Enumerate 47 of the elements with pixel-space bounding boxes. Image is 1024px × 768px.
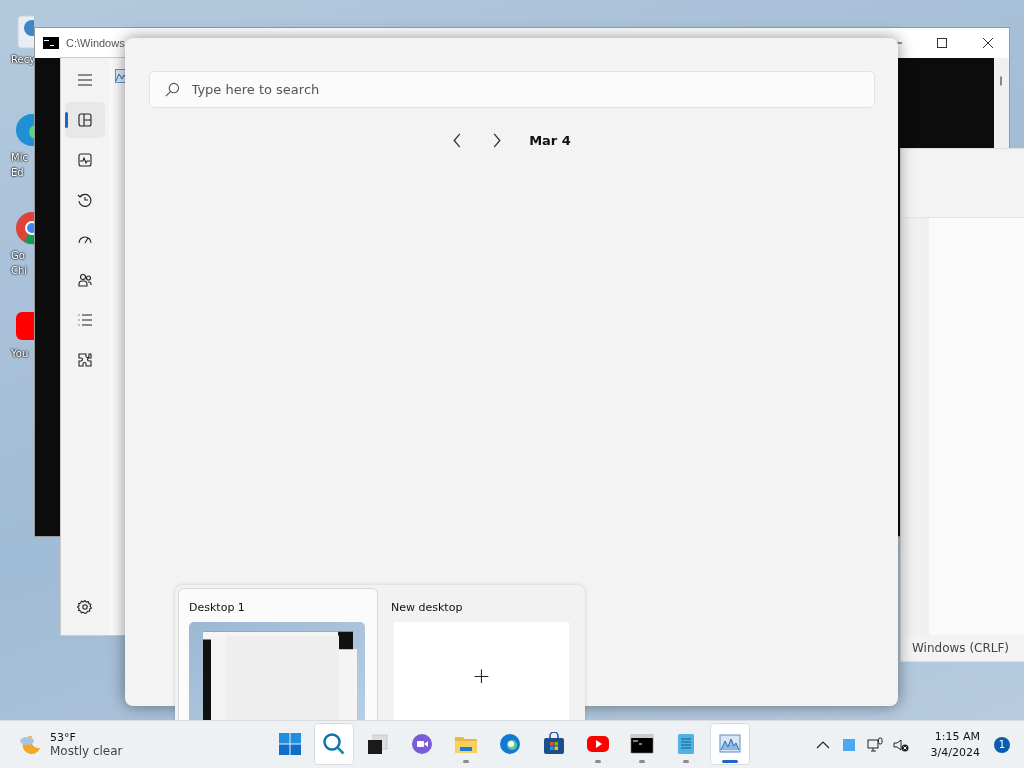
encoding-status: Windows (CRLF) [912,641,1010,655]
network-icon[interactable] [866,736,883,753]
video-chat-icon [410,732,434,756]
task-view-icon [366,732,390,756]
desktop-icon-label: Recy [11,53,36,67]
console-icon [43,37,59,49]
desktop-icon-label: Mic [11,151,28,165]
scrollbar[interactable] [994,58,1009,148]
desktop-card[interactable]: New desktop + [380,588,580,720]
new-desktop-button[interactable]: + [394,622,569,720]
gear-icon [77,599,93,615]
scroll-up-icon[interactable] [998,74,1004,88]
next-icon[interactable] [492,133,503,148]
previous-icon[interactable] [452,133,463,148]
weather-condition: Mostly clear [50,744,123,758]
desktop-name: Desktop 1 [189,601,246,614]
grid-icon [77,112,93,128]
search-icon [322,732,346,756]
clock-icon [77,192,93,208]
desktop-icon-label: Go [11,249,25,263]
search-icon [164,82,180,97]
desktop-name: New desktop [391,601,464,614]
maximize-icon[interactable] [936,37,948,49]
store-bag-icon [542,732,566,756]
clock[interactable]: 1:15 AM 3/4/2024 [930,728,980,761]
puzzle-icon [77,352,93,368]
desktop-icon-label: You [11,347,29,361]
windows-logo-icon [278,732,302,756]
desktop-thumbnail[interactable] [189,622,365,720]
timeline-date: Mar 4 [529,133,571,148]
menu-icon [77,72,93,88]
desktop-icon-label: Chi [11,264,28,278]
desktop-card[interactable]: Desktop 1 [178,588,378,720]
edge-icon [498,732,522,756]
pulse-icon [77,152,93,168]
volume-muted-icon[interactable] [892,736,909,753]
chart-icon [718,732,742,756]
list-icon [77,312,93,328]
close-icon[interactable] [982,37,994,49]
terminal-icon [630,732,654,756]
window-title: C:\Windows [66,37,125,49]
temperature: 53°F [50,731,77,744]
notification-badge[interactable]: 1 [994,736,1010,753]
sidebar-item[interactable] [65,102,105,138]
users-icon [77,272,93,288]
search-field[interactable]: Type here to search [148,71,875,108]
desktop-icon-label: Ed [11,166,24,180]
